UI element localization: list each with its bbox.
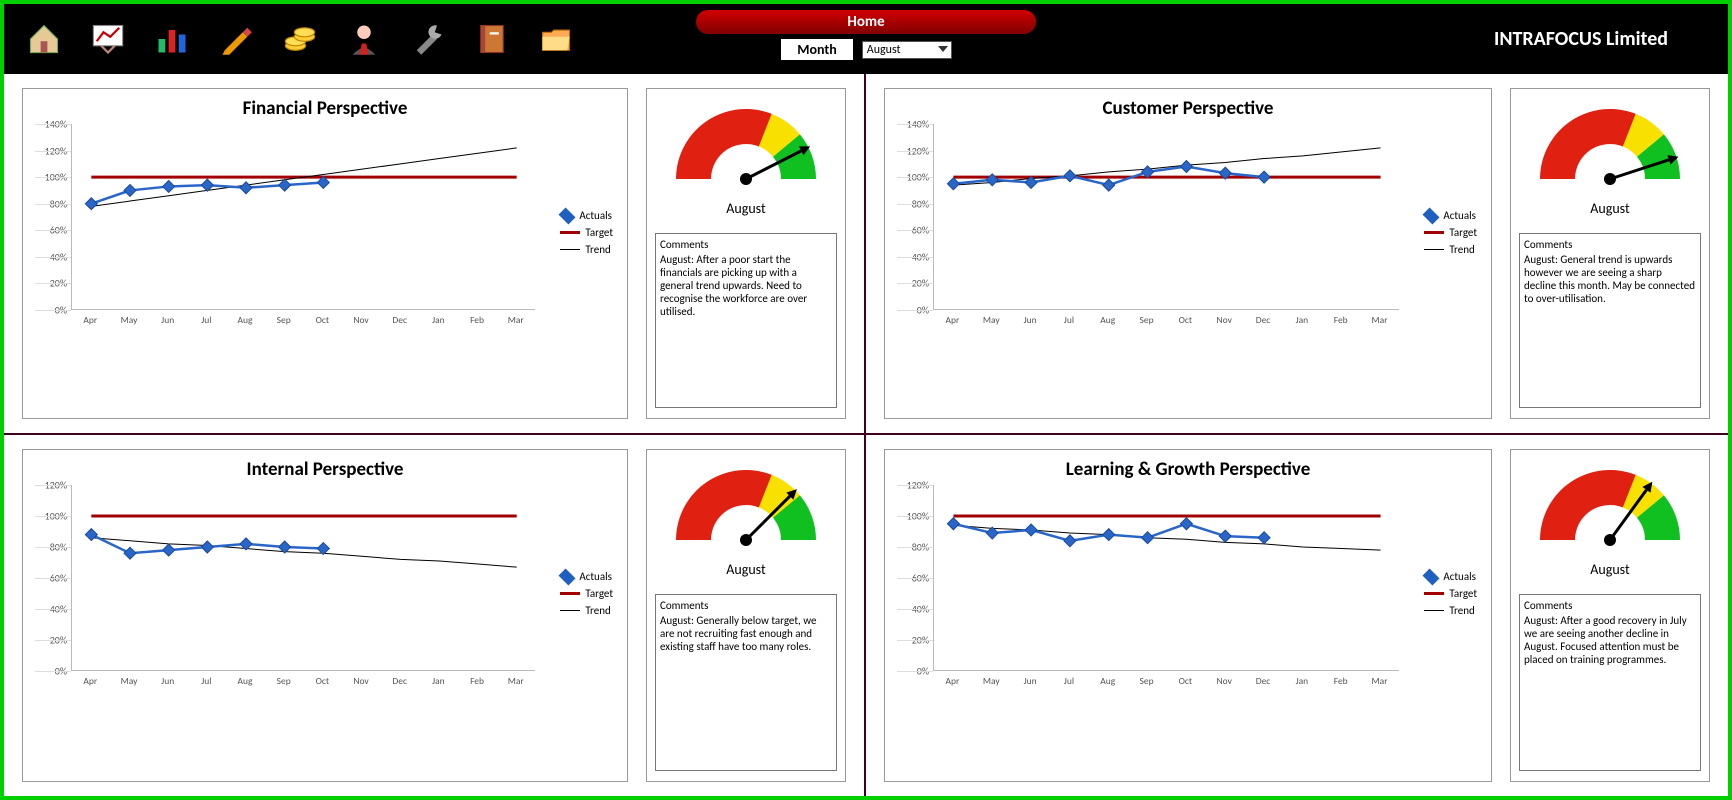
perspective-panel: Learning & Growth Perspective 0%20%40%60… xyxy=(866,435,1728,796)
perspective-panel: Customer Perspective 0%20%40%60%80%100%1… xyxy=(866,74,1728,435)
legend-target: Target xyxy=(585,226,613,239)
legend-target: Target xyxy=(1449,587,1477,600)
chart-legend: Actuals Target Trend xyxy=(560,570,613,621)
company-name: INTRAFOCUS Limited xyxy=(1494,27,1668,51)
comments-box[interactable]: Comments August: After a poor start the … xyxy=(655,233,837,408)
gauge-panel: August Comments August: Generally below … xyxy=(646,449,846,782)
chart-legend: Actuals Target Trend xyxy=(560,209,613,260)
month-label: Month xyxy=(780,38,854,61)
gauge-month-label: August xyxy=(726,200,765,217)
person-icon[interactable] xyxy=(344,19,384,59)
folder-icon[interactable] xyxy=(536,19,576,59)
chart-legend: Actuals Target Trend xyxy=(1424,570,1477,621)
toolbar-icons xyxy=(24,19,576,59)
bar-chart-icon[interactable] xyxy=(152,19,192,59)
comments-text: August: After a poor start the financial… xyxy=(660,253,832,318)
chart-board-icon[interactable] xyxy=(88,19,128,59)
line-chart: Internal Perspective 0%20%40%60%80%100%1… xyxy=(22,449,628,782)
gauge-chart xyxy=(1530,99,1690,194)
comments-box[interactable]: Comments August: After a good recovery i… xyxy=(1519,594,1701,771)
legend-actuals: Actuals xyxy=(1443,570,1476,583)
gauge-month-label: August xyxy=(1590,561,1629,578)
legend-trend: Trend xyxy=(1449,604,1474,617)
tools-icon[interactable] xyxy=(408,19,448,59)
comments-header: Comments xyxy=(660,599,832,612)
chart-legend: Actuals Target Trend xyxy=(1424,209,1477,260)
legend-trend: Trend xyxy=(1449,243,1474,256)
header-center: Home Month August xyxy=(696,10,1036,61)
comments-box[interactable]: Comments August: General trend is upward… xyxy=(1519,233,1701,408)
month-dropdown[interactable]: August xyxy=(862,41,952,59)
home-icon[interactable] xyxy=(24,19,64,59)
legend-actuals: Actuals xyxy=(1443,209,1476,222)
gauge-panel: August Comments August: General trend is… xyxy=(1510,88,1710,419)
line-chart: Learning & Growth Perspective 0%20%40%60… xyxy=(884,449,1492,782)
legend-target: Target xyxy=(585,587,613,600)
notebook-icon[interactable] xyxy=(472,19,512,59)
legend-trend: Trend xyxy=(585,604,610,617)
gauge-chart xyxy=(666,99,826,194)
comments-header: Comments xyxy=(660,238,832,251)
top-toolbar: Home Month August INTRAFOCUS Limited xyxy=(4,4,1728,74)
comments-header: Comments xyxy=(1524,599,1696,612)
perspective-panel: Internal Perspective 0%20%40%60%80%100%1… xyxy=(4,435,866,796)
gauge-chart xyxy=(666,460,826,555)
home-button[interactable]: Home xyxy=(696,10,1036,34)
comments-text: August: Generally below target, we are n… xyxy=(660,614,832,653)
gauge-panel: August Comments August: After a good rec… xyxy=(1510,449,1710,782)
dashboard-grid: Financial Perspective 0%20%40%60%80%100%… xyxy=(4,74,1728,796)
comments-text: August: General trend is upwards however… xyxy=(1524,253,1696,305)
comments-header: Comments xyxy=(1524,238,1696,251)
perspective-panel: Financial Perspective 0%20%40%60%80%100%… xyxy=(4,74,866,435)
gauge-month-label: August xyxy=(1590,200,1629,217)
comments-box[interactable]: Comments August: Generally below target,… xyxy=(655,594,837,771)
gauge-month-label: August xyxy=(726,561,765,578)
legend-actuals: Actuals xyxy=(579,209,612,222)
gauge-chart xyxy=(1530,460,1690,555)
legend-target: Target xyxy=(1449,226,1477,239)
chart-title: Financial Perspective xyxy=(35,97,615,120)
chart-title: Learning & Growth Perspective xyxy=(897,458,1479,481)
chart-title: Internal Perspective xyxy=(35,458,615,481)
line-chart: Financial Perspective 0%20%40%60%80%100%… xyxy=(22,88,628,419)
coins-icon[interactable] xyxy=(280,19,320,59)
line-chart: Customer Perspective 0%20%40%60%80%100%1… xyxy=(884,88,1492,419)
comments-text: August: After a good recovery in July we… xyxy=(1524,614,1696,666)
chart-title: Customer Perspective xyxy=(897,97,1479,120)
legend-actuals: Actuals xyxy=(579,570,612,583)
gauge-panel: August Comments August: After a poor sta… xyxy=(646,88,846,419)
legend-trend: Trend xyxy=(585,243,610,256)
pencil-icon[interactable] xyxy=(216,19,256,59)
